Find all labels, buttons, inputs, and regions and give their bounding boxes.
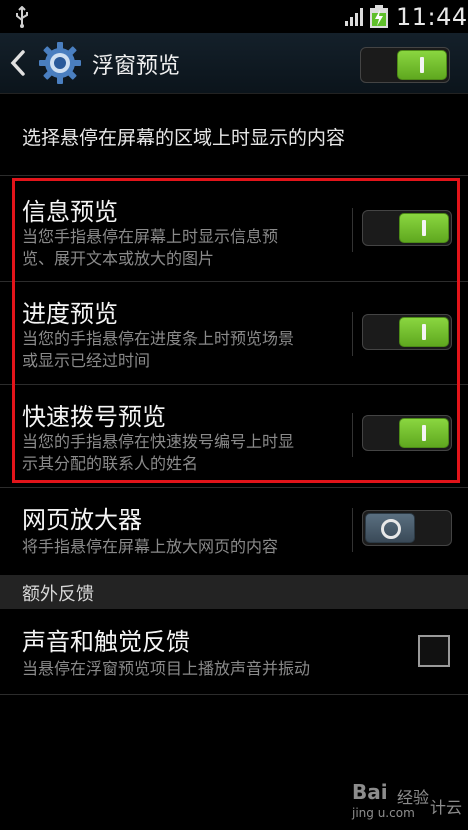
divider [0, 384, 468, 385]
back-arrow-icon[interactable] [10, 50, 26, 76]
divider [0, 281, 468, 282]
desc-line: 当您手指悬停在屏幕上时显示信息预 [22, 227, 279, 246]
watermark-other: 计云 [430, 798, 463, 817]
setting-title: 信息预览 [22, 198, 118, 226]
setting-title: 声音和触觉反馈 [22, 628, 190, 656]
setting-row-info-preview[interactable]: 信息预览 当您手指悬停在屏幕上时显示信息预 览、展开文本或放大的图片 [0, 182, 468, 279]
speed-dial-preview-toggle[interactable] [362, 415, 452, 451]
toggle-knob [365, 513, 415, 543]
toggle-knob [399, 213, 449, 243]
setting-description: 当您的手指悬停在进度条上时预览场景 或显示已经过时间 [22, 328, 342, 372]
gear-icon [39, 42, 81, 84]
page-title: 浮窗预览 [92, 54, 181, 79]
divider [0, 487, 468, 488]
setting-title: 网页放大器 [22, 506, 142, 534]
web-magnifier-toggle[interactable] [362, 510, 452, 546]
desc-line: 或显示已经过时间 [22, 351, 151, 370]
watermark-brand: Bai [352, 780, 388, 804]
section-header: 额外反馈 [0, 575, 468, 609]
setting-row-progress-preview[interactable]: 进度预览 当您的手指悬停在进度条上时预览场景 或显示已经过时间 [0, 284, 468, 383]
usb-icon [16, 6, 28, 28]
setting-description: 当您的手指悬停在快速拨号编号上时显 示其分配的联系人的姓名 [22, 431, 342, 475]
setting-description: 当悬停在浮窗预览项目上播放声音并振动 [22, 659, 311, 678]
intro-text: 选择悬停在屏幕的区域上时显示的内容 [22, 127, 346, 149]
signal-icon [345, 8, 363, 26]
setting-title: 进度预览 [22, 300, 118, 328]
toggle-knob [399, 418, 449, 448]
divider [0, 175, 468, 176]
battery-charging-icon [370, 5, 388, 28]
action-bar: 浮窗预览 [0, 33, 468, 94]
toggle-knob [399, 317, 449, 347]
section-header-label: 额外反馈 [22, 584, 94, 605]
divider [352, 312, 353, 356]
status-bar: 11:44 [0, 0, 468, 33]
setting-title: 快速拨号预览 [22, 403, 166, 431]
desc-line: 当您的手指悬停在进度条上时预览场景 [22, 329, 295, 348]
watermark-brand-suffix: 经验 [397, 788, 430, 807]
setting-description: 当您手指悬停在屏幕上时显示信息预 览、展开文本或放大的图片 [22, 226, 342, 270]
toggle-knob [397, 50, 447, 80]
master-toggle[interactable] [360, 47, 450, 83]
sound-haptic-checkbox[interactable] [418, 635, 450, 667]
progress-preview-toggle[interactable] [362, 314, 452, 350]
setting-row-speed-dial-preview[interactable]: 快速拨号预览 当您的手指悬停在快速拨号编号上时显 示其分配的联系人的姓名 [0, 387, 468, 485]
setting-description: 将手指悬停在屏幕上放大网页的内容 [22, 536, 342, 558]
setting-row-web-magnifier[interactable]: 网页放大器 将手指悬停在屏幕上放大网页的内容 [0, 490, 468, 574]
divider [352, 413, 353, 457]
desc-line: 将手指悬停在屏幕上放大网页的内容 [22, 537, 279, 556]
divider [0, 694, 468, 695]
desc-line: 览、展开文本或放大的图片 [22, 249, 215, 268]
clock: 11:44 [396, 3, 468, 31]
watermark-url: jing u.com [352, 806, 415, 820]
desc-line: 当您的手指悬停在快速拨号编号上时显 [22, 432, 295, 451]
setting-row-sound-haptic-feedback[interactable]: 声音和触觉反馈 当悬停在浮窗预览项目上播放声音并振动 [0, 610, 468, 694]
divider [352, 208, 353, 252]
desc-line: 示其分配的联系人的姓名 [22, 454, 199, 473]
divider [352, 508, 353, 552]
info-preview-toggle[interactable] [362, 210, 452, 246]
